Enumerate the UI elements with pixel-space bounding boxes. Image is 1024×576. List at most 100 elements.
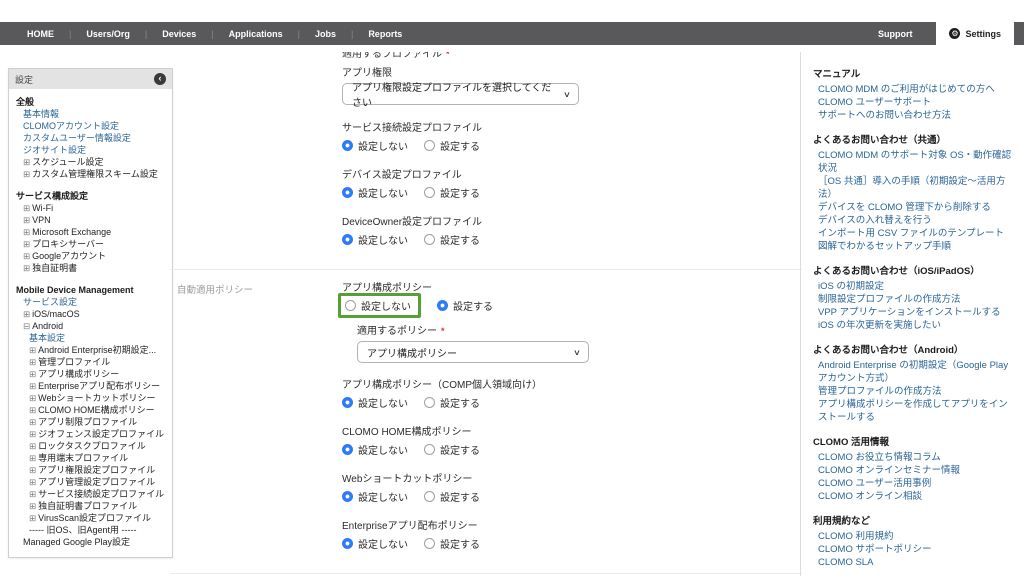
radio-option-no[interactable]: 設定しない xyxy=(342,138,408,153)
sidebar-item[interactable]: ⊞プロキシサーバー xyxy=(16,238,167,250)
expand-icon[interactable]: ⊞ xyxy=(29,440,36,452)
help-link[interactable]: CLOMO ユーザー活用事例 xyxy=(813,477,1012,490)
sidebar-item[interactable]: ⊞ジオフェンス設定プロファイル xyxy=(16,428,167,440)
sidebar-item[interactable]: ⊞アプリ管理設定プロファイル xyxy=(16,476,167,488)
nav-item-devices[interactable]: Devices xyxy=(147,29,211,39)
chevron-left-icon[interactable]: ‹ xyxy=(154,73,166,85)
sidebar-item[interactable]: ⊞Webショートカットポリシー xyxy=(16,392,167,404)
sidebar-item[interactable]: 基本情報 xyxy=(16,108,167,120)
sidebar-item[interactable]: ジオサイト設定 xyxy=(16,144,167,156)
sidebar-item[interactable]: ⊞Microsoft Exchange xyxy=(16,226,167,238)
sidebar-item[interactable]: ⊞スケジュール設定 xyxy=(16,156,167,168)
expand-icon[interactable]: ⊞ xyxy=(23,250,30,262)
radio-option-yes[interactable]: 設定する xyxy=(437,298,493,313)
help-link[interactable]: iOS の初期設定 xyxy=(813,280,1012,293)
sidebar-item[interactable]: ⊟Android xyxy=(16,320,167,332)
radio-unselected-icon[interactable] xyxy=(424,234,435,245)
help-link[interactable]: Android Enterprise の初期設定（Google Play アカウ… xyxy=(813,359,1012,385)
help-link[interactable]: ［OS 共通］導入の手順（初期設定〜活用方法） xyxy=(813,175,1012,201)
expand-icon[interactable]: ⊞ xyxy=(29,488,36,500)
sidebar-item[interactable]: ⊞VirusScan設定プロファイル xyxy=(16,512,167,524)
expand-icon[interactable]: ⊞ xyxy=(23,226,30,238)
expand-icon[interactable]: ⊞ xyxy=(29,416,36,428)
help-link[interactable]: サポートへのお問い合わせ方法 xyxy=(813,109,1012,122)
radio-unselected-icon[interactable] xyxy=(424,538,435,549)
radio-option-yes[interactable]: 設定する xyxy=(424,395,480,410)
help-link[interactable]: CLOMO 利用規約 xyxy=(813,530,1012,543)
sidebar-item[interactable]: ⊞アプリ権限設定プロファイル xyxy=(16,464,167,476)
radio-unselected-icon[interactable] xyxy=(345,300,356,311)
nav-settings-tab-active[interactable]: ⚙ Settings xyxy=(936,22,1014,45)
sidebar-item[interactable]: サービス設定 xyxy=(16,296,167,308)
expand-icon[interactable]: ⊞ xyxy=(29,344,36,356)
sidebar-item[interactable]: 基本設定 xyxy=(16,332,167,344)
radio-option-yes[interactable]: 設定する xyxy=(424,489,480,504)
help-link[interactable]: デバイスの入れ替えを行う xyxy=(813,214,1012,227)
expand-icon[interactable]: ⊞ xyxy=(29,452,36,464)
help-link[interactable]: 図解でわかるセットアップ手順 xyxy=(813,240,1012,253)
radio-option-yes[interactable]: 設定する xyxy=(424,442,480,457)
app-permission-select[interactable]: アプリ権限設定プロファイルを選択してください ∨ xyxy=(342,83,579,105)
help-link[interactable]: CLOMO お役立ち情報コラム xyxy=(813,451,1012,464)
radio-unselected-icon[interactable] xyxy=(424,187,435,198)
radio-selected-icon[interactable] xyxy=(342,187,353,198)
help-link[interactable]: VPP アプリケーションをインストールする xyxy=(813,306,1012,319)
expand-icon[interactable]: ⊞ xyxy=(23,308,30,320)
select-box[interactable]: アプリ構成ポリシー∨ xyxy=(357,341,589,363)
radio-option-no[interactable]: 設定しない xyxy=(342,489,408,504)
sidebar-item[interactable]: ⊞アプリ構成ポリシー xyxy=(16,368,167,380)
expand-icon[interactable]: ⊞ xyxy=(23,156,30,168)
expand-icon[interactable]: ⊞ xyxy=(29,404,36,416)
sidebar-item[interactable]: カスタムユーザー情報設定 xyxy=(16,132,167,144)
radio-selected-icon[interactable] xyxy=(342,140,353,151)
sidebar-item[interactable]: ⊞iOS/macOS xyxy=(16,308,167,320)
nav-item-home[interactable]: HOME xyxy=(12,29,69,39)
sidebar-item[interactable]: ⊞Android Enterprise初期設定... xyxy=(16,344,167,356)
sidebar-item[interactable]: ⊞独自証明書 xyxy=(16,262,167,274)
help-link[interactable]: 制限設定プロファイルの作成方法 xyxy=(813,293,1012,306)
radio-option-no[interactable]: 設定しない xyxy=(342,442,408,457)
nav-item-jobs[interactable]: Jobs xyxy=(300,29,351,39)
sidebar-item[interactable]: ⊞VPN xyxy=(16,214,167,226)
sidebar-item[interactable]: ⊞専用端末プロファイル xyxy=(16,452,167,464)
help-link[interactable]: CLOMO MDM のサポート対象 OS・動作確認状況 xyxy=(813,149,1012,175)
expand-icon[interactable]: ⊞ xyxy=(29,428,36,440)
radio-selected-icon[interactable] xyxy=(342,444,353,455)
radio-selected-icon[interactable] xyxy=(437,300,448,311)
expand-icon[interactable]: ⊞ xyxy=(29,464,36,476)
radio-option-yes[interactable]: 設定する xyxy=(424,185,480,200)
help-link[interactable]: CLOMO MDM のご利用がはじめての方へ xyxy=(813,83,1012,96)
radio-option-no[interactable]: 設定しない xyxy=(342,232,408,247)
radio-option-no[interactable]: 設定しない xyxy=(342,536,408,551)
sidebar-item[interactable]: ⊞Googleアカウント xyxy=(16,250,167,262)
nav-support-button[interactable]: Support xyxy=(854,22,937,45)
help-link[interactable]: CLOMO SLA xyxy=(813,556,1012,569)
expand-icon[interactable]: ⊞ xyxy=(29,356,36,368)
help-link[interactable]: CLOMO オンラインセミナー情報 xyxy=(813,464,1012,477)
expand-icon[interactable]: ⊞ xyxy=(23,214,30,226)
help-link[interactable]: CLOMO オンライン相談 xyxy=(813,490,1012,503)
help-link[interactable]: デバイスを CLOMO 管理下から削除する xyxy=(813,201,1012,214)
radio-unselected-icon[interactable] xyxy=(424,444,435,455)
sidebar-item[interactable]: ⊞管理プロファイル xyxy=(16,356,167,368)
radio-unselected-icon[interactable] xyxy=(424,140,435,151)
help-link[interactable]: アプリ構成ポリシーを作成してアプリをインストールする xyxy=(813,398,1012,424)
radio-selected-icon[interactable] xyxy=(342,234,353,245)
nav-item-reports[interactable]: Reports xyxy=(353,29,417,39)
collapse-icon[interactable]: ⊟ xyxy=(23,320,30,332)
expand-icon[interactable]: ⊞ xyxy=(29,476,36,488)
expand-icon[interactable]: ⊞ xyxy=(23,168,30,180)
sidebar-item[interactable]: ⊞CLOMO HOME構成ポリシー xyxy=(16,404,167,416)
sidebar-item[interactable]: ⊞Wi-Fi xyxy=(16,202,167,214)
sidebar-item[interactable]: CLOMOアカウント設定 xyxy=(16,120,167,132)
help-link[interactable]: iOS の年次更新を実施したい xyxy=(813,319,1012,332)
help-link[interactable]: CLOMO サポートポリシー xyxy=(813,543,1012,556)
expand-icon[interactable]: ⊞ xyxy=(29,512,36,524)
sidebar-item[interactable]: Managed Google Play設定 xyxy=(16,536,167,548)
radio-option-no[interactable]: 設定しない xyxy=(342,395,408,410)
nav-item-usersorg[interactable]: Users/Org xyxy=(71,29,145,39)
nav-item-applications[interactable]: Applications xyxy=(214,29,298,39)
radio-option-no[interactable]: 設定しない xyxy=(342,185,408,200)
expand-icon[interactable]: ⊞ xyxy=(29,368,36,380)
radio-unselected-icon[interactable] xyxy=(424,397,435,408)
